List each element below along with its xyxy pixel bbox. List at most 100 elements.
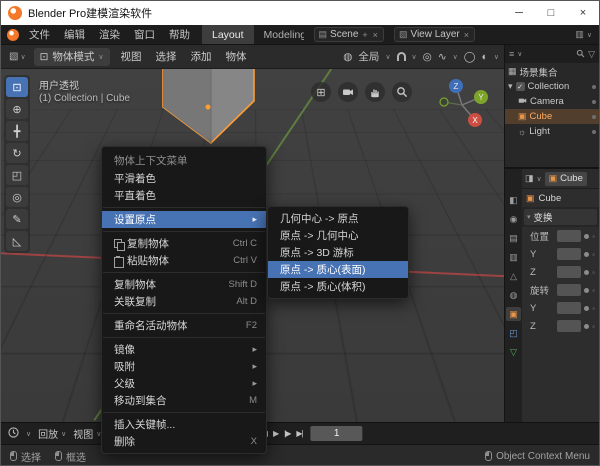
menu-edit[interactable]: 编辑 <box>57 25 92 44</box>
menu-item-shade-flat[interactable]: 平直着色 <box>102 187 266 204</box>
outliner-row-cube[interactable]: ▣ Cube <box>505 109 599 124</box>
animate-dot-icon[interactable] <box>584 270 589 275</box>
collection-checkbox[interactable]: ✓ <box>516 82 525 91</box>
menu-item-duplicate-linked[interactable]: 关联复制 Alt D <box>102 293 266 310</box>
rotation-z-field[interactable] <box>557 320 581 332</box>
animate-dot-icon[interactable] <box>584 234 589 239</box>
jump-end-button[interactable]: ▶| <box>296 429 302 438</box>
annotate-tool[interactable]: ✎ <box>6 209 28 229</box>
properties-tab-scene[interactable]: △ <box>506 269 521 283</box>
location-z-field[interactable] <box>557 266 581 278</box>
properties-tab-view-layer[interactable]: ▥ <box>506 250 521 264</box>
properties-tab-output[interactable]: ▤ <box>506 231 521 245</box>
submenu-item-origin-to-center-of-mass-volume[interactable]: 原点 -> 质心(体积) <box>268 278 408 295</box>
close-button[interactable]: × <box>567 1 599 25</box>
lock-icon[interactable]: ◦ <box>592 250 595 259</box>
submenu-item-origin-to-center-of-mass-surface[interactable]: 原点 -> 质心(表面) <box>268 261 408 278</box>
editor-type-selector[interactable]: ▧ ∨ <box>6 51 29 62</box>
maximize-button[interactable]: □ <box>535 1 567 25</box>
outliner-row-collection[interactable]: ▾ ✓ Collection <box>505 79 599 94</box>
location-x-field[interactable] <box>557 230 581 242</box>
animate-dot-icon[interactable] <box>584 288 589 293</box>
menu-item-shade-smooth[interactable]: 平滑着色 <box>102 170 266 187</box>
submenu-item-origin-to-3d-cursor[interactable]: 原点 -> 3D 游标 <box>268 244 408 261</box>
proportional-edit-icon[interactable]: ◎ <box>423 51 432 63</box>
minimize-button[interactable]: ─ <box>503 1 535 25</box>
lock-icon[interactable]: ◦ <box>592 268 595 277</box>
properties-tab-object[interactable]: ▣ <box>506 307 521 321</box>
visibility-toggle-icon[interactable] <box>592 130 596 134</box>
workspace-tab-layout[interactable]: Layout <box>202 25 254 44</box>
properties-tab-world[interactable]: ◍ <box>506 288 521 302</box>
unlink-scene-button[interactable]: × <box>372 30 379 40</box>
navigation-gizmo[interactable]: Z Y X <box>434 75 492 138</box>
lock-icon[interactable]: ◦ <box>592 286 595 295</box>
cube-object[interactable] <box>161 69 256 154</box>
menu-item-copy-objects[interactable]: 复制物体 Ctrl C <box>102 235 266 252</box>
menu-item-duplicate-objects[interactable]: 复制物体 Shift D <box>102 276 266 293</box>
properties-tab-tool[interactable]: ◧ <box>506 193 521 207</box>
transform-tool[interactable]: ◎ <box>6 187 28 207</box>
lock-icon[interactable]: ◦ <box>592 304 595 313</box>
shading-wireframe-icon[interactable]: ◯ <box>464 51 476 63</box>
interaction-mode-selector[interactable]: ⊡ 物体模式 ∨ <box>34 48 110 66</box>
zoom-icon[interactable] <box>392 82 412 102</box>
menu-item-mirror[interactable]: 镜像 ▸ <box>102 341 266 358</box>
submenu-item-geometry-to-origin[interactable]: 几何中心 -> 原点 <box>268 210 408 227</box>
properties-tab-render[interactable]: ◉ <box>506 212 521 226</box>
rotation-x-field[interactable] <box>557 284 581 296</box>
properties-tab-modifiers[interactable]: ◰ <box>506 326 521 340</box>
move-tool[interactable]: ╋ <box>6 121 28 141</box>
viewport-menu-select[interactable]: 选择 <box>150 49 183 64</box>
new-scene-button[interactable]: + <box>361 30 368 40</box>
menu-item-parent[interactable]: 父级 ▸ <box>102 375 266 392</box>
select-box-tool[interactable]: ⊡ <box>6 77 28 97</box>
outliner-editor-icon[interactable]: ≡ <box>509 49 514 59</box>
viewport-menu-view[interactable]: 视图 <box>115 49 148 64</box>
timeline-editor-icon[interactable] <box>8 427 19 441</box>
outliner-row-camera[interactable]: Camera <box>505 94 599 109</box>
falloff-icon[interactable]: ∿ <box>438 51 447 63</box>
play-button[interactable]: ▶ <box>273 429 278 438</box>
properties-editor-icon[interactable]: ◨ <box>525 173 534 184</box>
blender-menu-icon[interactable] <box>7 29 19 41</box>
scale-tool[interactable]: ◰ <box>6 165 28 185</box>
view-layer-selector[interactable]: ▧ View Layer × <box>394 27 475 42</box>
menu-item-set-origin[interactable]: 设置原点 ▸ <box>102 211 266 228</box>
timeline-menu-view[interactable]: 视图 ∨ <box>73 426 101 441</box>
current-frame-field[interactable]: 1 <box>311 426 363 441</box>
properties-tab-data[interactable]: ▽ <box>506 345 521 359</box>
submenu-item-origin-to-geometry[interactable]: 原点 -> 几何中心 <box>268 227 408 244</box>
animate-dot-icon[interactable] <box>584 306 589 311</box>
menu-item-rename-active[interactable]: 重命名活动物体 F2 <box>102 317 266 334</box>
snap-magnet-icon[interactable] <box>397 52 406 61</box>
lock-icon[interactable]: ◦ <box>592 322 595 331</box>
menu-item-insert-keyframe[interactable]: 插入关键帧... <box>102 416 266 433</box>
transform-section-header[interactable]: ▾ 变换 <box>524 209 597 225</box>
menu-item-paste-objects[interactable]: 粘贴物体 Ctrl V <box>102 252 266 269</box>
rotate-tool[interactable]: ↻ <box>6 143 28 163</box>
pan-hand-icon[interactable] <box>365 82 385 102</box>
menu-item-delete[interactable]: 删除 X <box>102 433 266 450</box>
location-y-field[interactable] <box>557 248 581 260</box>
animate-dot-icon[interactable] <box>584 252 589 257</box>
visibility-toggle-icon[interactable] <box>592 100 596 104</box>
menu-file[interactable]: 文件 <box>22 25 57 44</box>
menu-item-snap[interactable]: 吸附 ▸ <box>102 358 266 375</box>
viewport-menu-add[interactable]: 添加 <box>185 49 218 64</box>
visibility-toggle-icon[interactable] <box>592 115 596 119</box>
transform-orientation-selector[interactable]: 全局 <box>358 49 379 64</box>
outliner-row-scene-collection[interactable]: ▦ 场景集合 <box>505 64 599 79</box>
outliner-row-light[interactable]: ☼ Light <box>505 124 599 139</box>
filter-icon[interactable]: ▽ <box>588 49 595 60</box>
viewport-menu-object[interactable]: 物体 <box>220 49 253 64</box>
rotation-y-field[interactable] <box>557 302 581 314</box>
menu-help[interactable]: 帮助 <box>162 25 197 44</box>
menu-window[interactable]: 窗口 <box>127 25 162 44</box>
camera-view-icon[interactable] <box>338 82 358 102</box>
search-icon[interactable] <box>576 49 585 60</box>
animate-dot-icon[interactable] <box>584 324 589 329</box>
scene-selector[interactable]: ▤ Scene + × <box>314 27 384 42</box>
shading-solid-icon[interactable]: ◐ <box>482 51 488 63</box>
timeline-menu-playback[interactable]: 回放 ∨ <box>38 426 66 441</box>
